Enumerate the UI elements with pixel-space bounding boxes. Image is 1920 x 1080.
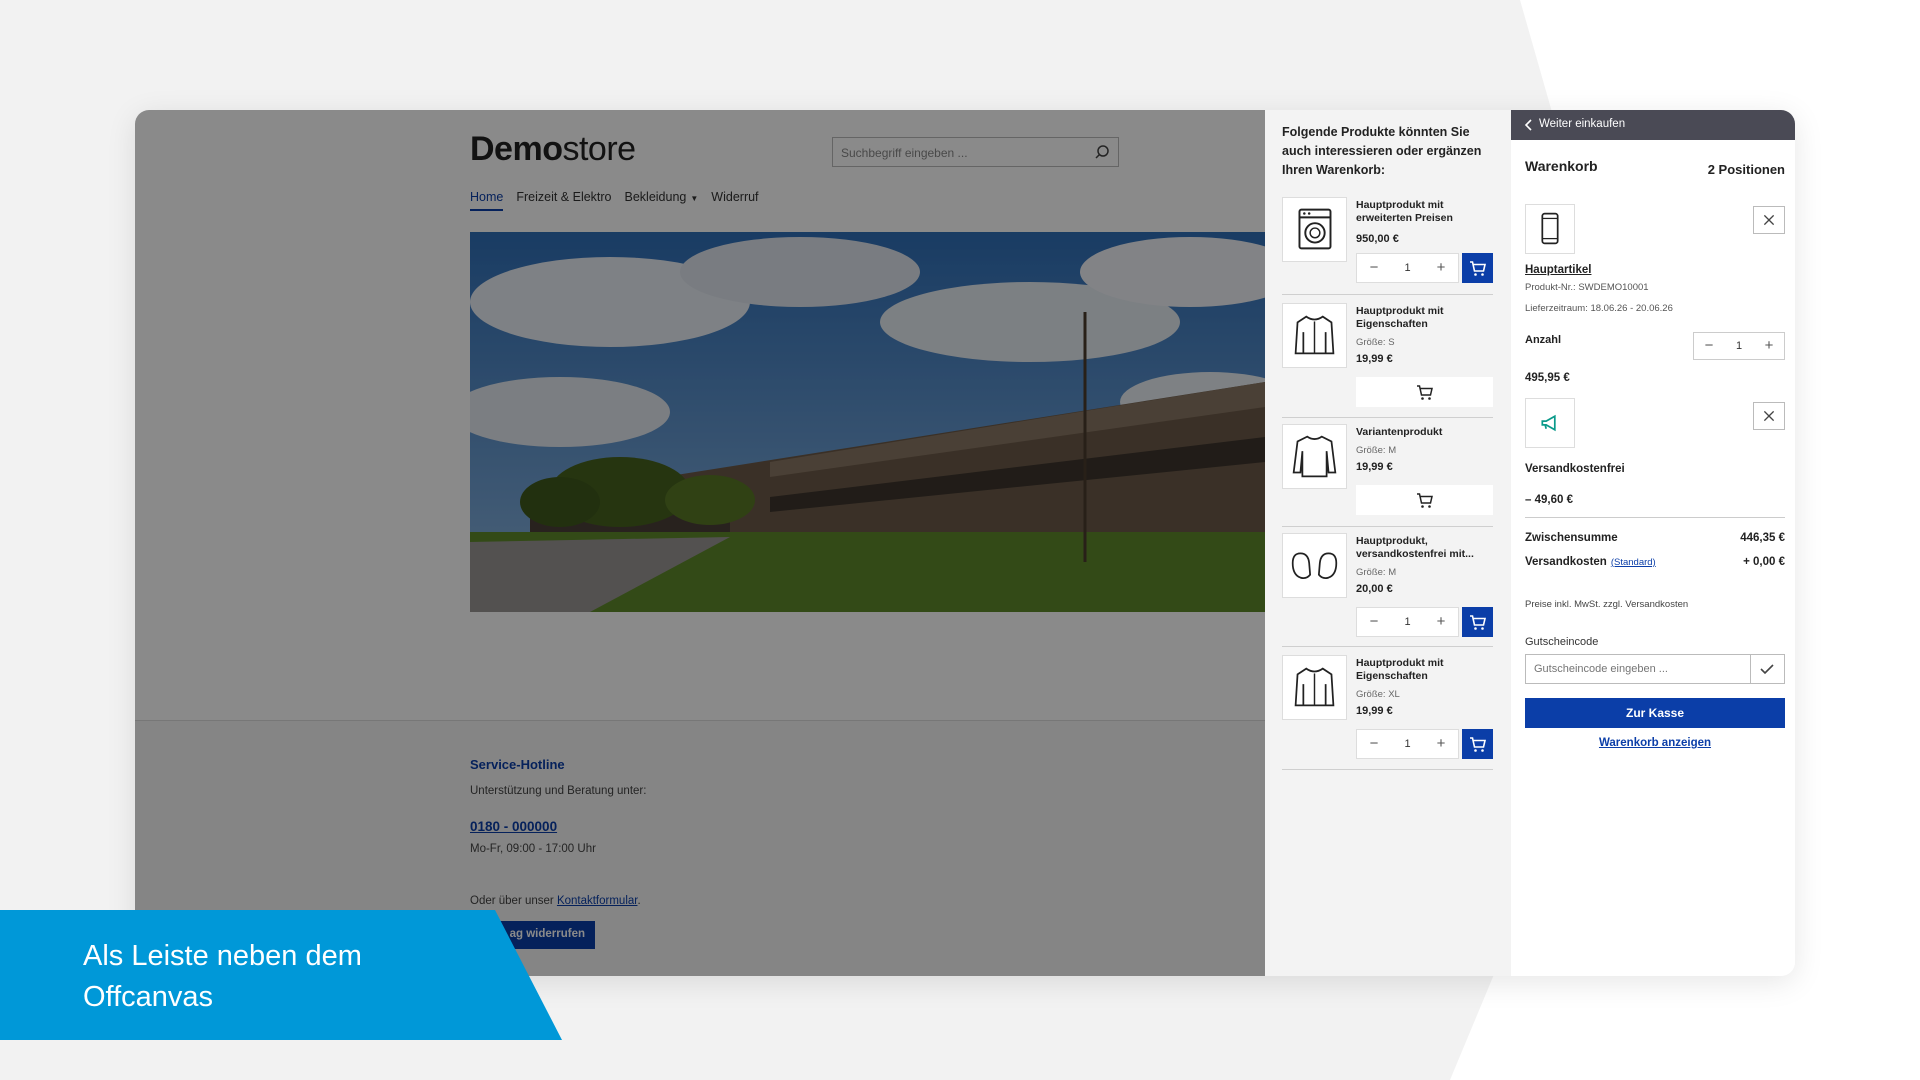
- add-to-cart-button[interactable]: [1356, 377, 1493, 407]
- plus-icon[interactable]: +: [1424, 254, 1458, 282]
- crosssell-bar: Folgende Produkte könnten Sie auch inter…: [1265, 110, 1511, 976]
- crosssell-item-name[interactable]: Hauptprodukt mit erweiterten Preisen: [1356, 199, 1493, 225]
- crosssell-item-name[interactable]: Variantenprodukt: [1356, 426, 1493, 439]
- crosssell-item: Hauptprodukt mit Eigenschaften Größe: XL…: [1282, 655, 1493, 770]
- crosssell-item-name[interactable]: Hauptprodukt, versandkostenfrei mit...: [1356, 535, 1493, 561]
- minus-icon[interactable]: −: [1357, 608, 1391, 636]
- remove-promotion-button[interactable]: [1753, 402, 1785, 430]
- quantity-label: Anzahl: [1525, 334, 1562, 346]
- shipping-row: Versandkosten (Standard) + 0,00 €: [1525, 556, 1785, 568]
- view-cart-link[interactable]: Warenkorb anzeigen: [1525, 737, 1785, 749]
- shipping-value: + 0,00 €: [1743, 556, 1785, 568]
- crosssell-item-variant: Größe: XL: [1356, 689, 1400, 700]
- smartphone-icon[interactable]: [1525, 204, 1575, 254]
- add-to-cart-button[interactable]: [1356, 485, 1493, 515]
- add-to-cart-button[interactable]: [1462, 729, 1493, 759]
- sweater-icon[interactable]: [1282, 424, 1347, 489]
- crosssell-item-price: 19,99 €: [1356, 461, 1393, 473]
- quantity-value[interactable]: 1: [1391, 254, 1424, 282]
- remove-item-button[interactable]: [1753, 206, 1785, 234]
- crosssell-item: Hauptprodukt, versandkostenfrei mit... G…: [1282, 533, 1493, 647]
- crosssell-item: Hauptprodukt mit Eigenschaften Größe: S …: [1282, 303, 1493, 418]
- cart-quantity-value[interactable]: 1: [1724, 333, 1754, 359]
- crosssell-item-name[interactable]: Hauptprodukt mit Eigenschaften: [1356, 657, 1493, 683]
- offcanvas-backdrop[interactable]: [135, 110, 1265, 976]
- minus-icon[interactable]: −: [1357, 730, 1391, 758]
- checkout-button[interactable]: Zur Kasse: [1525, 698, 1785, 728]
- crosssell-item-variant: Größe: S: [1356, 337, 1395, 348]
- megaphone-icon: [1525, 398, 1575, 448]
- add-to-cart-button[interactable]: [1462, 253, 1493, 283]
- crosssell-item-price: 950,00 €: [1356, 233, 1399, 245]
- summary-divider: [1525, 517, 1785, 518]
- cart-item-delivery: Lieferzeitraum: 18.06.26 - 20.06.26: [1525, 303, 1673, 314]
- cart-position-count: 2 Positionen: [1707, 162, 1785, 177]
- voucher-input[interactable]: [1526, 655, 1751, 683]
- continue-shopping-button[interactable]: Weiter einkaufen: [1511, 110, 1795, 140]
- plus-icon[interactable]: +: [1424, 730, 1458, 758]
- gloves-icon[interactable]: [1282, 533, 1347, 598]
- crosssell-item-price: 20,00 €: [1356, 583, 1393, 595]
- washing-machine-icon[interactable]: [1282, 197, 1347, 262]
- add-to-cart-button[interactable]: [1462, 607, 1493, 637]
- subtotal-row: Zwischensumme 446,35 €: [1525, 532, 1785, 544]
- cart-title: Warenkorb: [1525, 158, 1598, 174]
- shipping-method-link[interactable]: (Standard): [1611, 557, 1656, 568]
- subtotal-value: 446,35 €: [1740, 532, 1785, 544]
- cart-item-price: 495,95 €: [1525, 372, 1570, 384]
- plus-icon[interactable]: +: [1424, 608, 1458, 636]
- quantity-stepper[interactable]: − 1 +: [1356, 253, 1459, 283]
- store-page: Demostore Suchbegriff eingeben ... Home …: [135, 110, 1265, 976]
- quantity-stepper[interactable]: − 1 +: [1356, 729, 1459, 759]
- jacket-icon[interactable]: [1282, 655, 1347, 720]
- shipping-label: Versandkosten: [1525, 556, 1607, 568]
- plus-icon[interactable]: +: [1754, 333, 1784, 359]
- promotion-price: – 49,60 €: [1525, 494, 1573, 506]
- crosssell-item-name[interactable]: Hauptprodukt mit Eigenschaften: [1356, 305, 1493, 331]
- chevron-left-icon: [1524, 119, 1532, 131]
- continue-shopping-label: Weiter einkaufen: [1539, 118, 1626, 130]
- crosssell-title: Folgende Produkte könnten Sie auch inter…: [1282, 125, 1482, 177]
- minus-icon[interactable]: −: [1694, 333, 1724, 359]
- crosssell-item: Hauptprodukt mit erweiterten Preisen 950…: [1282, 197, 1493, 295]
- crosssell-item: Variantenprodukt Größe: M 19,99 €: [1282, 424, 1493, 527]
- cart-item-sku: Produkt-Nr.: SWDEMO10001: [1525, 282, 1649, 293]
- caption-text: Als Leiste neben dem Offcanvas: [83, 940, 362, 1013]
- promotion-name: Versandkostenfrei: [1525, 463, 1625, 475]
- cart-quantity-stepper[interactable]: − 1 +: [1693, 332, 1785, 360]
- quantity-value[interactable]: 1: [1391, 730, 1424, 758]
- tax-note: Preise inkl. MwSt. zzgl. Versandkosten: [1525, 599, 1689, 610]
- crosssell-item-variant: Größe: M: [1356, 567, 1397, 578]
- jacket-icon[interactable]: [1282, 303, 1347, 368]
- quantity-value[interactable]: 1: [1391, 608, 1424, 636]
- offcanvas-cart: Weiter einkaufen Warenkorb 2 Positionen …: [1511, 110, 1795, 976]
- quantity-stepper[interactable]: − 1 +: [1356, 607, 1459, 637]
- checkmark-icon[interactable]: [1750, 655, 1784, 683]
- crosssell-item-variant: Größe: M: [1356, 445, 1397, 456]
- crosssell-item-price: 19,99 €: [1356, 353, 1393, 365]
- voucher-label: Gutscheincode: [1525, 636, 1599, 648]
- minus-icon[interactable]: −: [1357, 254, 1391, 282]
- cart-item-name[interactable]: Hauptartikel: [1525, 264, 1591, 276]
- subtotal-label: Zwischensumme: [1525, 532, 1618, 544]
- voucher-field: [1525, 654, 1785, 684]
- crosssell-item-price: 19,99 €: [1356, 705, 1393, 717]
- demo-window: Demostore Suchbegriff eingeben ... Home …: [135, 110, 1795, 976]
